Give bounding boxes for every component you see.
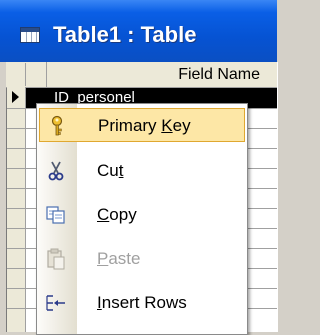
row-selector-column[interactable] <box>7 87 26 332</box>
copy-icon <box>45 204 67 226</box>
key-icon <box>46 115 68 137</box>
window-titlebar[interactable]: Table1 : Table <box>0 0 277 62</box>
column-header-label: Field Name <box>178 66 260 83</box>
context-menu: Primary Key Cut Copy Paste Insert Rows <box>36 103 248 335</box>
scissors-icon <box>45 160 67 182</box>
menu-item-label: Cut <box>97 161 124 180</box>
table-icon <box>20 27 40 43</box>
window-title: Table1 : Table <box>53 22 197 47</box>
menu-item-copy[interactable]: Copy <box>39 198 245 232</box>
current-row-arrow-icon <box>12 91 19 103</box>
column-header-field-name[interactable]: Field Name <box>46 62 278 87</box>
menu-item-label: Copy <box>97 205 137 224</box>
menu-item-primary-key[interactable]: Primary Key <box>39 108 245 142</box>
menu-item-label: Insert Rows <box>97 293 187 312</box>
menu-item-cut[interactable]: Cut <box>39 154 245 188</box>
menu-item-label: Paste <box>97 249 141 268</box>
header-selector-cell[interactable] <box>7 63 26 86</box>
insert-rows-icon <box>45 292 67 314</box>
menu-item-paste[interactable]: Paste <box>39 242 245 276</box>
menu-item-insert-rows[interactable]: Insert Rows <box>39 286 245 320</box>
menu-item-label: Primary Key <box>98 116 191 135</box>
paste-icon <box>45 248 67 270</box>
